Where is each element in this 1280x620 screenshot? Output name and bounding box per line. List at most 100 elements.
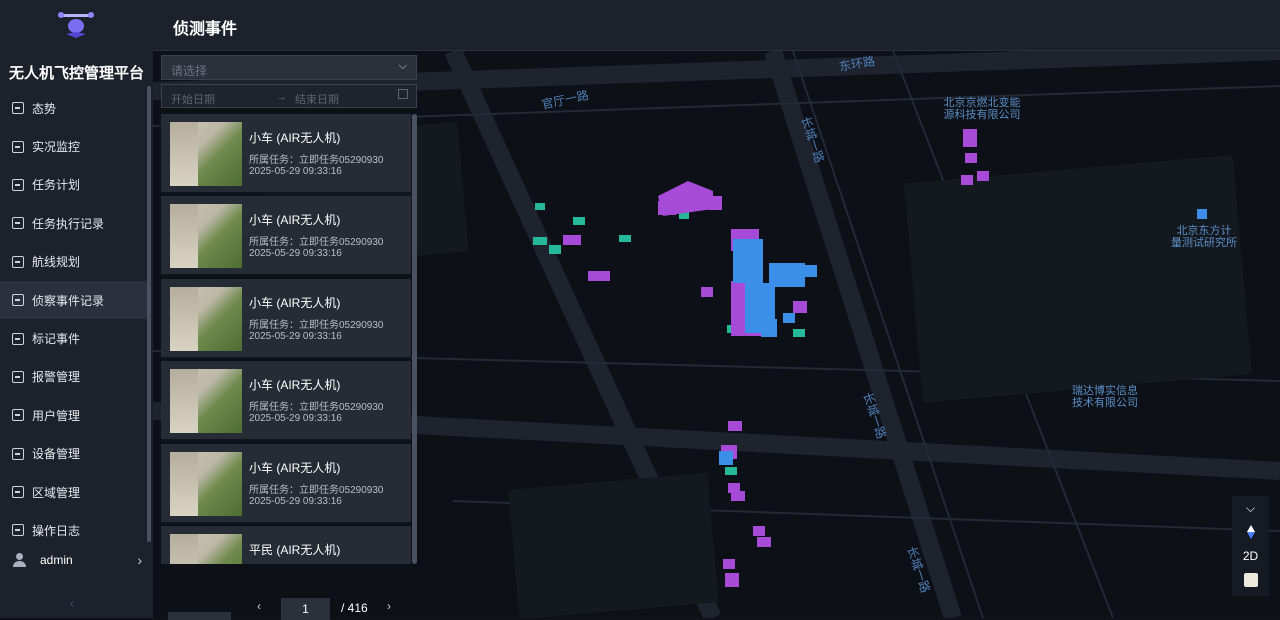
event-card[interactable]: 小车 (AIR无人机) 所属任务：立即任务05290930 2025-05-29 0… [161, 278, 411, 359]
event-card[interactable]: 平民 (AIR无人机) [161, 526, 411, 564]
user-avatar-icon [12, 553, 26, 567]
range-separator: → [276, 91, 287, 103]
search-doc-icon [12, 294, 24, 307]
chart-icon [12, 102, 24, 115]
layer-switch-button[interactable] [1232, 568, 1269, 592]
sidebar-item[interactable]: 态势 [0, 89, 147, 127]
user-menu[interactable]: admin › [12, 550, 142, 570]
user-icon [12, 409, 24, 422]
sidebar-item-label: 用户管理 [32, 408, 81, 423]
event-card[interactable]: 小车 (AIR无人机) 所属任务：立即任务05290930 2025-05-29 0… [161, 114, 411, 194]
sidebar-item[interactable]: 区域管理 [0, 473, 147, 511]
event-task: 所属任务：立即任务05290930 [249, 155, 384, 166]
select-placeholder: 请选择 [171, 64, 208, 78]
sidebar-item[interactable]: 侦察事件记录 [0, 280, 147, 320]
sidebar-item-label: 设备管理 [32, 447, 81, 462]
poi-label: 瑞达博实信息 技术有限公司 [1072, 385, 1138, 409]
event-task: 所属任务：立即任务05290930 [249, 237, 384, 249]
event-thumbnail [170, 369, 242, 434]
sidebar-item-label: 实况监控 [32, 140, 81, 155]
event-title: 小车 (AIR无人机) [249, 460, 341, 475]
sidebar-item-label: 任务执行记录 [32, 216, 105, 231]
event-thumbnail [170, 122, 242, 186]
next-page-icon[interactable]: › [387, 599, 391, 613]
collapse-sidebar-icon[interactable]: ‹ [70, 596, 74, 610]
event-title: 平民 (AIR无人机) [249, 543, 341, 557]
page-total: / 416 [341, 601, 368, 615]
compass-icon[interactable] [1232, 520, 1269, 544]
event-title: 小车 (AIR无人机) [249, 213, 341, 228]
sidebar-item[interactable]: 用户管理 [0, 396, 147, 434]
event-time: 2025-05-29 09:33:16 [249, 166, 342, 177]
alarm-icon [12, 370, 24, 383]
sidebar-item[interactable]: 任务计划 [0, 166, 147, 204]
page-number-input[interactable] [281, 598, 330, 620]
mark-icon [12, 332, 24, 345]
event-time: 2025-05-29 09:33:16 [249, 330, 342, 342]
event-thumbnail [170, 534, 242, 564]
page-size-button[interactable] [168, 612, 231, 620]
event-time: 2025-05-29 09:33:16 [249, 413, 342, 425]
sidebar-item-label: 操作日志 [32, 523, 81, 538]
event-thumbnail [170, 451, 242, 516]
user-name: admin [40, 553, 73, 567]
event-task: 所属任务：立即任务05290930 [249, 319, 384, 331]
start-date-placeholder: 开始日期 [171, 94, 215, 106]
poi-label: 北京京燃北变能 源科技有限公司 [943, 97, 1021, 121]
end-date-placeholder: 结束日期 [295, 94, 339, 106]
event-card[interactable]: 小车 (AIR无人机) 所属任务：立即任务05290930 2025-05-29 0… [161, 196, 411, 277]
pagination: ‹ / 416 › [161, 596, 461, 620]
sidebar-item[interactable]: 操作日志 [0, 511, 147, 549]
sidebar-menu: 态势实况监控任务计划任务执行记录 航线规划侦察事件记录 标记事件报警管理用户管理设备… [0, 89, 147, 550]
event-task: 所属任务：立即任务05290930 [249, 484, 384, 496]
sidebar-item-label: 任务计划 [32, 178, 81, 193]
platform-title: 无人机飞控管理平台 [8, 65, 144, 82]
prev-page-icon[interactable]: ‹ [257, 599, 261, 613]
event-thumbnail [170, 286, 242, 351]
edit-icon [12, 178, 24, 191]
event-card[interactable]: 小车 (AIR无人机) 所属任务：立即任务05290930 2025-05-29 0… [161, 443, 411, 524]
sidebar-item[interactable]: 标记事件 [0, 319, 147, 357]
sidebar-item[interactable]: 实况监控 [0, 127, 147, 165]
collapse-controls-icon[interactable]: ⌵ [1232, 496, 1269, 520]
calendar-icon [398, 89, 408, 99]
area-icon [12, 486, 24, 499]
type-select[interactable]: 请选择 ⌵ [161, 55, 417, 80]
view-mode-toggle[interactable]: 2D [1232, 544, 1269, 568]
event-title: 小车 (AIR无人机) [249, 378, 341, 393]
date-range-picker[interactable]: 开始日期 → 结束日期 [161, 84, 417, 108]
sidebar-item[interactable]: 设备管理 [0, 435, 147, 473]
sidebar-item-label: 标记事件 [32, 332, 81, 347]
event-card[interactable]: 小车 (AIR无人机) 所属任务：立即任务05290930 2025-05-29 0… [161, 361, 411, 442]
sidebar-item-label: 区域管理 [32, 485, 81, 500]
log-icon [12, 524, 24, 537]
drone-logo-icon [58, 12, 94, 38]
event-thumbnail [170, 204, 242, 269]
chevron-down-icon: ⌵ [398, 60, 407, 72]
chevron-right-icon: › [137, 552, 142, 568]
event-list-scrollbar[interactable] [412, 114, 417, 564]
event-list: 小车 (AIR无人机) 所属任务：立即任务05290930 2025-05-29 0… [161, 114, 413, 564]
header: 侦测事件 [153, 0, 1280, 51]
monitor-icon [12, 140, 24, 153]
page-title: 侦测事件 [173, 21, 238, 38]
sidebar-item-label: 航线规划 [32, 255, 81, 270]
event-title: 小车 (AIR无人机) [249, 295, 341, 310]
device-icon [12, 447, 24, 460]
sidebar-item[interactable]: 任务执行记录 [0, 204, 147, 242]
route-icon [12, 255, 24, 268]
sidebar-item-label: 报警管理 [32, 370, 81, 385]
sidebar: 无人机飞控管理平台 态势实况监控任务计划任务执行记录 航线规划侦察事件记录 标记事件… [0, 0, 153, 618]
map-controls: ⌵ 2D [1232, 496, 1269, 596]
sidebar-scrollbar[interactable] [147, 86, 151, 542]
sidebar-item-label: 态势 [32, 101, 57, 116]
event-time: 2025-05-29 09:33:16 [249, 248, 342, 260]
event-title: 小车 (AIR无人机) [249, 131, 341, 145]
sidebar-item-label: 侦察事件记录 [32, 293, 105, 308]
sidebar-item[interactable]: 航线规划 [0, 243, 147, 281]
map-layer-icon [1243, 573, 1258, 587]
event-task: 所属任务：立即任务05290930 [249, 402, 384, 414]
poi-label: 北京东方计 量测试研究所 [1171, 225, 1237, 249]
list-icon [12, 217, 24, 230]
sidebar-item[interactable]: 报警管理 [0, 358, 147, 396]
